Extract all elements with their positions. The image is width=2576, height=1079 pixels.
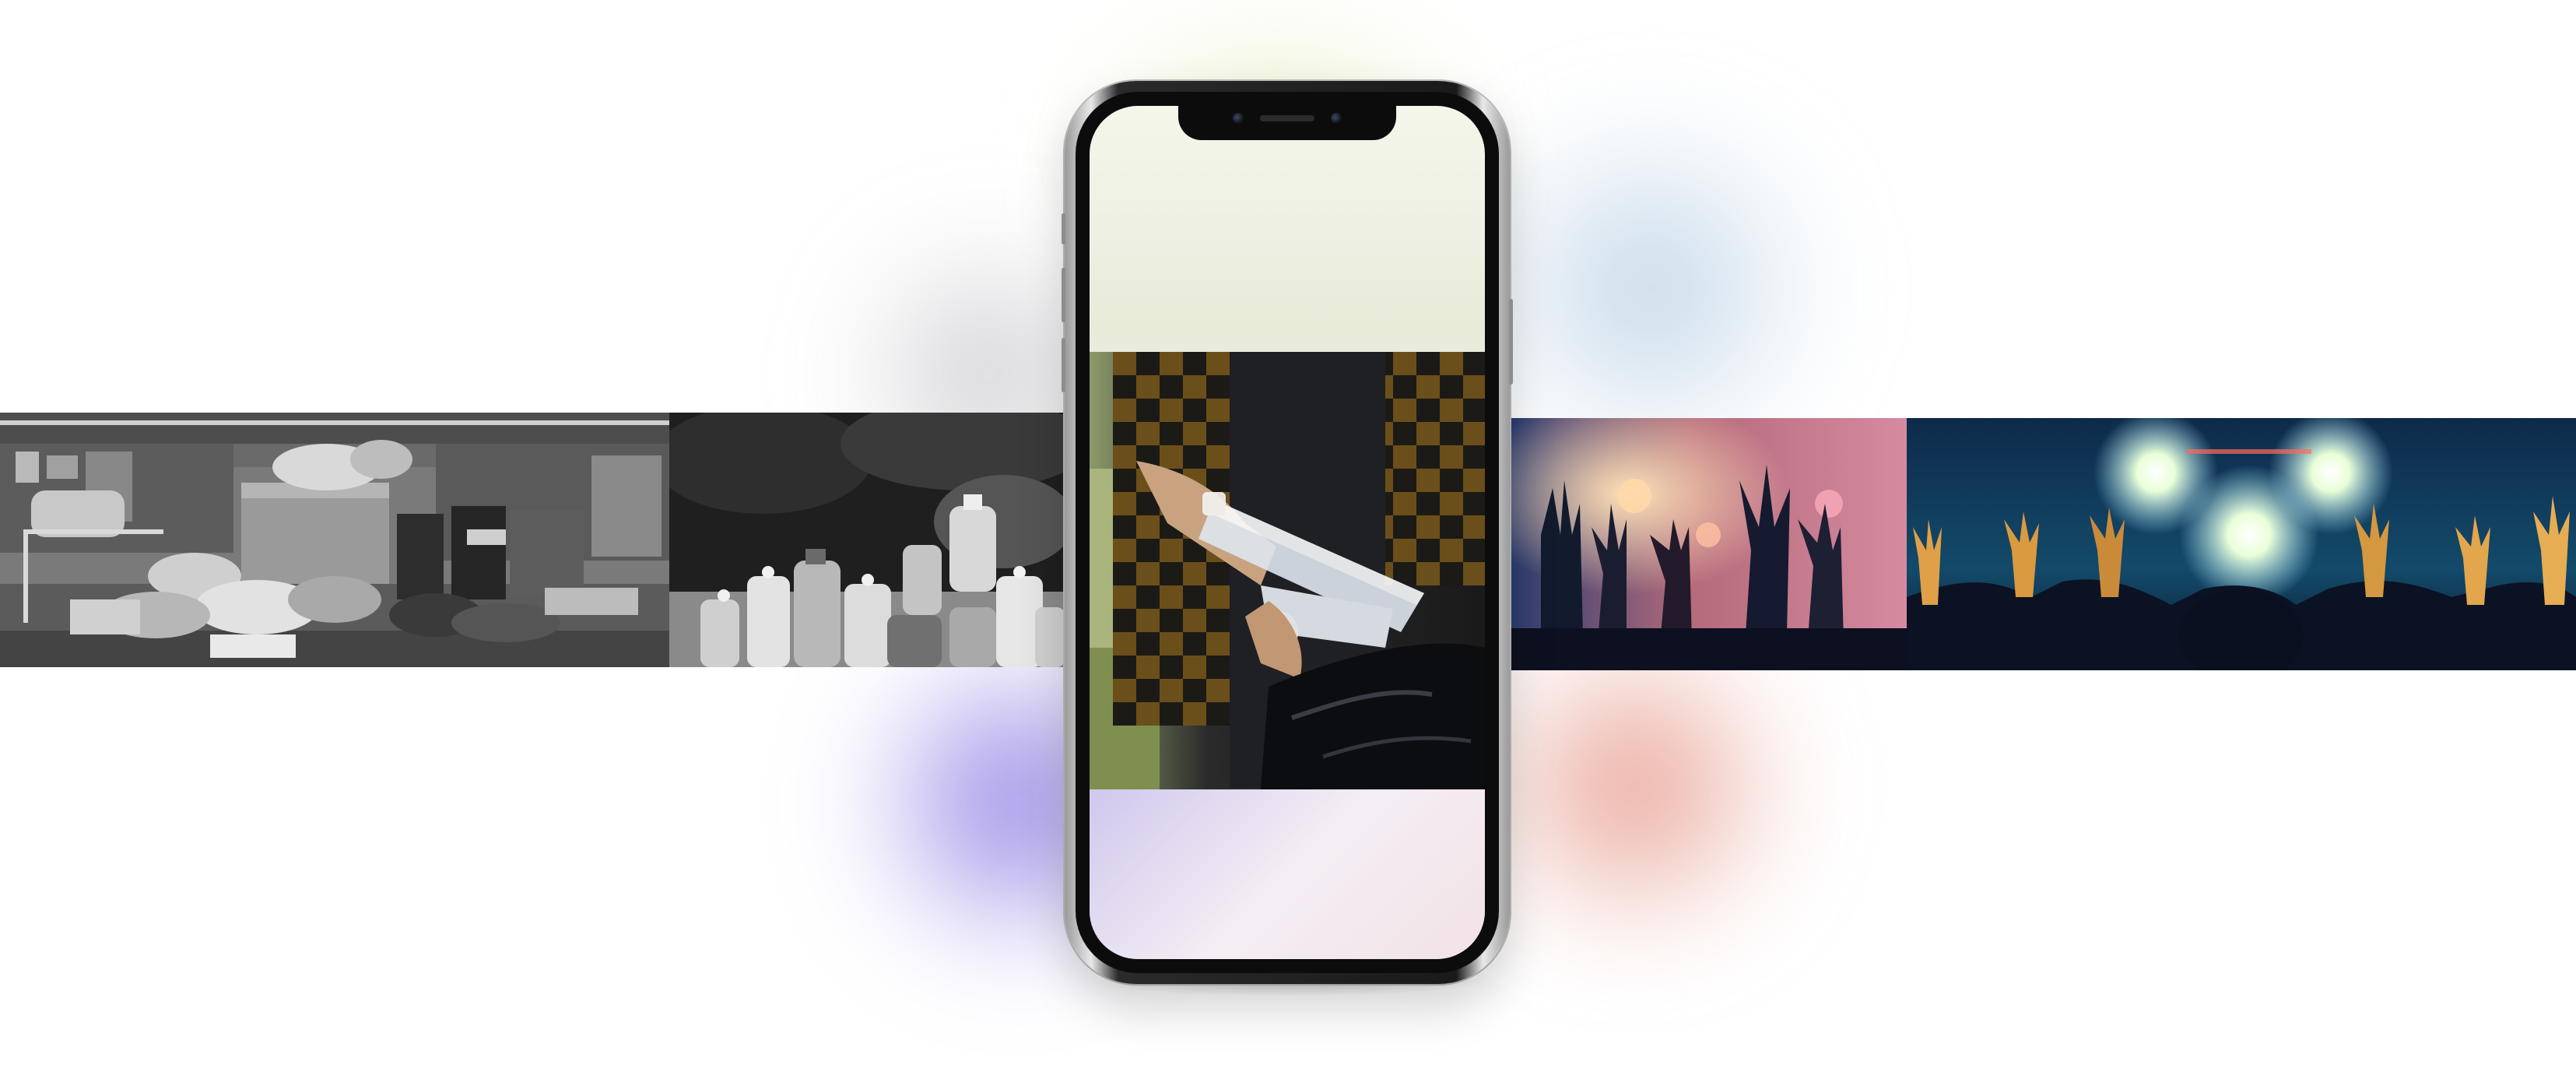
volume-down-button [1062,338,1065,392]
glow-right-blue [1463,125,1837,452]
earpiece-speaker [1260,115,1314,121]
volume-up-button [1062,268,1065,322]
screen-bottles-photo [1090,352,1485,789]
crowd-hands-photo [1510,418,1907,670]
glow-right-red [1463,638,1806,934]
bottles-photo [669,413,1065,667]
phone-mockup [1062,81,1513,984]
front-camera-icon [1233,113,1244,124]
phone-notch [1178,104,1396,140]
dumpster-photo [0,413,669,667]
concert-photo [1907,418,2576,670]
sensor-icon [1331,113,1342,124]
power-button [1509,299,1513,385]
phone-screen [1090,106,1485,959]
silent-switch [1062,213,1065,244]
hero-stage [0,0,2576,1079]
